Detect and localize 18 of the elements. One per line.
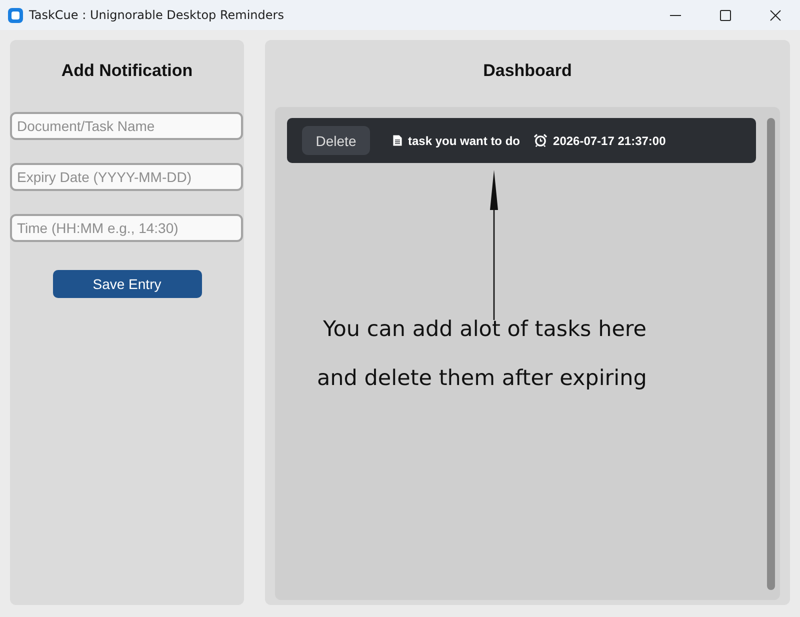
due-date: 2026-07-17 21:37:00 bbox=[553, 134, 666, 148]
delete-button[interactable]: Delete bbox=[302, 126, 370, 155]
panel-title: Add Notification bbox=[61, 61, 193, 81]
annotation-text: You can add alot of tasks here bbox=[323, 316, 647, 344]
window-title: TaskCue : Unignorable Desktop Reminders bbox=[29, 8, 285, 22]
save-button[interactable]: Save Entry bbox=[52, 270, 202, 298]
alarm-clock-icon bbox=[534, 134, 548, 147]
app-icon bbox=[8, 8, 23, 22]
close-icon bbox=[770, 10, 780, 20]
input-field[interactable]: Time (HH:MM e.g., 14:30) bbox=[10, 214, 243, 242]
panel-title: Dashboard bbox=[483, 61, 572, 81]
input-field[interactable]: Document/Task Name bbox=[10, 112, 243, 140]
maximize-icon bbox=[720, 10, 730, 20]
annotation-text: and delete them after expiring bbox=[317, 365, 647, 393]
document-icon bbox=[393, 135, 402, 146]
scrollbar[interactable] bbox=[767, 118, 775, 590]
task-name: task you want to do bbox=[408, 134, 520, 148]
input-field[interactable]: Expiry Date (YYYY-MM-DD) bbox=[10, 163, 243, 191]
